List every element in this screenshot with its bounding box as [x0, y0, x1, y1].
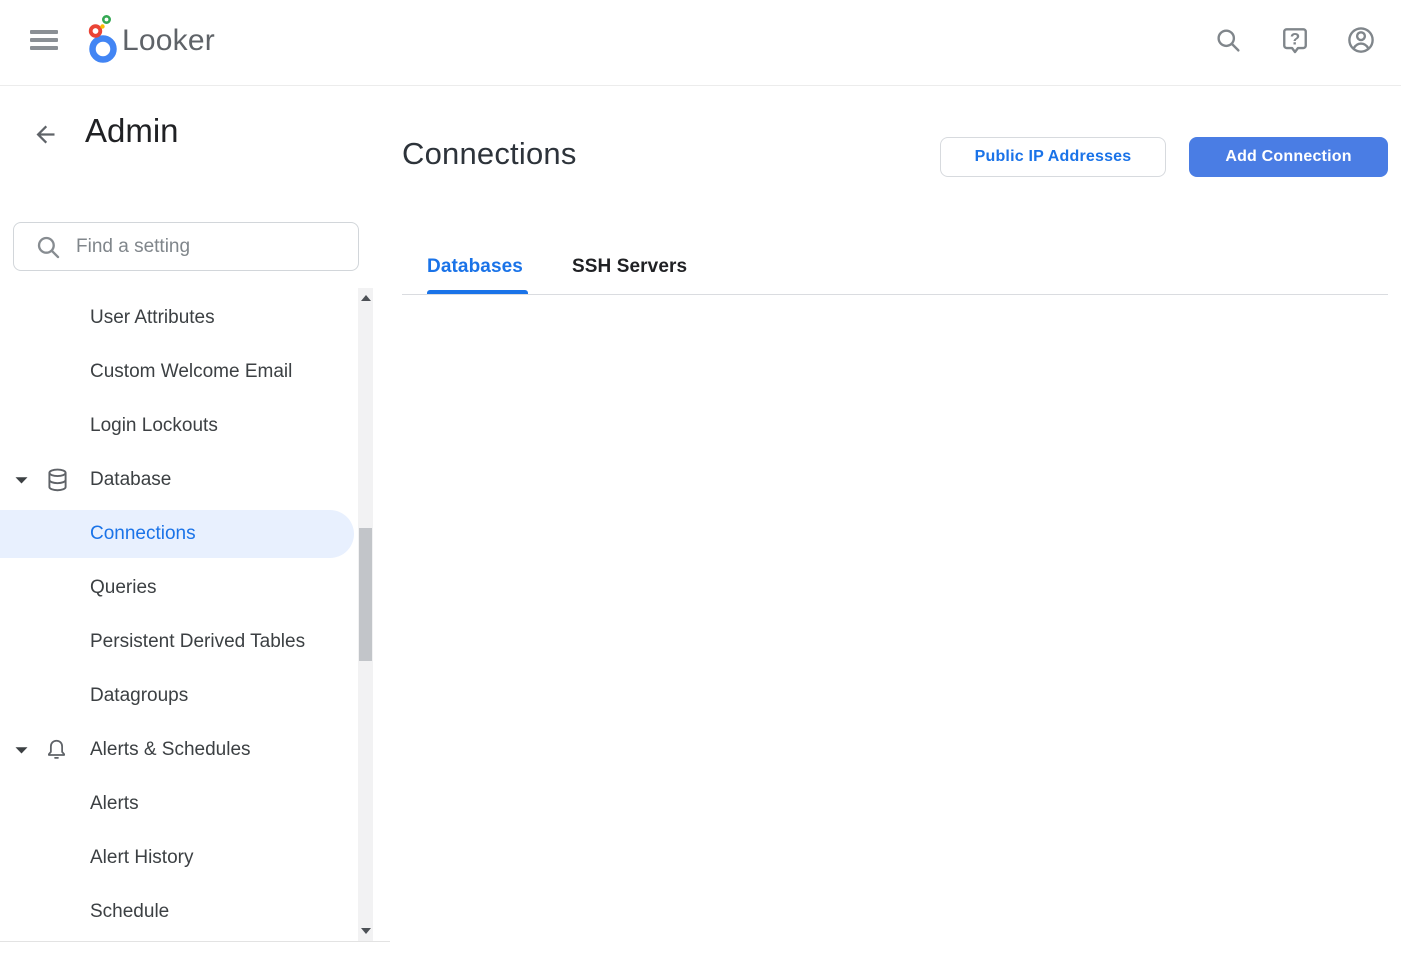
svg-text:?: ? — [1290, 30, 1300, 49]
sidebar-item-datagroups[interactable]: Datagroups — [0, 669, 373, 723]
sidebar-item-label: Schedule — [90, 901, 169, 923]
bell-icon — [44, 737, 69, 764]
sidebar-item-database[interactable]: Database — [0, 453, 373, 507]
top-app-bar: Looker ? — [0, 0, 1401, 86]
sidebar-scrollbar[interactable] — [358, 288, 373, 941]
sidebar-item-label: User Attributes — [90, 307, 215, 329]
sidebar-item-persistent-derived-tables[interactable]: Persistent Derived Tables — [0, 615, 373, 669]
sidebar-item-connections[interactable]: Connections — [0, 507, 373, 561]
caret-down-icon[interactable] — [14, 746, 29, 755]
looker-logo-text: Looker — [122, 24, 215, 58]
database-icon — [44, 467, 71, 494]
sidebar-item-label: Database — [90, 469, 171, 491]
looker-logo-icon — [88, 12, 120, 77]
sidebar-item-label: Queries — [90, 577, 157, 599]
public-ip-addresses-button[interactable]: Public IP Addresses — [940, 137, 1166, 177]
sidebar-item-user-attributes[interactable]: User Attributes — [0, 291, 373, 345]
sidebar-bottom-divider — [0, 941, 390, 942]
search-icon — [34, 233, 62, 261]
sidebar-item-label: Datagroups — [90, 685, 188, 707]
sidebar-item-label: Alerts — [90, 793, 139, 815]
page-title: Connections — [402, 136, 577, 172]
sidebar-item-queries[interactable]: Queries — [0, 561, 373, 615]
sidebar-title: Admin — [85, 112, 179, 150]
tab-databases[interactable]: Databases — [427, 256, 523, 278]
search-icon[interactable] — [1213, 25, 1243, 55]
tab-divider — [402, 294, 1388, 295]
sidebar-item-alerts-schedules[interactable]: Alerts & Schedules — [0, 723, 373, 777]
scrollbar-up-arrow-icon[interactable] — [358, 290, 373, 306]
sidebar-item-label: Persistent Derived Tables — [90, 631, 305, 653]
account-icon[interactable] — [1346, 25, 1376, 55]
sidebar-item-label: Alerts & Schedules — [90, 739, 251, 761]
tab-bar: Databases SSH Servers — [427, 256, 687, 278]
sidebar-item-schedule[interactable]: Schedule — [0, 885, 373, 939]
hamburger-menu-icon[interactable] — [30, 30, 58, 54]
search-input[interactable] — [76, 236, 316, 258]
sidebar-item-alerts[interactable]: Alerts — [0, 777, 373, 831]
sidebar-item-alert-history[interactable]: Alert History — [0, 831, 373, 885]
sidebar-item-label: Login Lockouts — [90, 415, 218, 437]
find-setting-searchbox[interactable] — [13, 222, 359, 271]
sidebar-item-label: Connections — [90, 523, 196, 545]
looker-logo[interactable]: Looker — [88, 12, 120, 77]
back-arrow-icon[interactable] — [31, 121, 59, 149]
sidebar-item-label: Custom Welcome Email — [90, 361, 292, 383]
scrollbar-down-arrow-icon[interactable] — [358, 923, 373, 939]
help-icon[interactable]: ? — [1280, 25, 1310, 55]
caret-down-icon[interactable] — [14, 476, 29, 485]
tab-ssh-servers[interactable]: SSH Servers — [572, 256, 687, 278]
sidebar-item-custom-welcome-email[interactable]: Custom Welcome Email — [0, 345, 373, 399]
sidebar-item-label: Alert History — [90, 847, 193, 869]
add-connection-button[interactable]: Add Connection — [1189, 137, 1388, 177]
admin-settings-nav: User Attributes Custom Welcome Email Login… — [0, 291, 373, 939]
sidebar-item-login-lockouts[interactable]: Login Lockouts — [0, 399, 373, 453]
scrollbar-thumb[interactable] — [359, 528, 372, 661]
